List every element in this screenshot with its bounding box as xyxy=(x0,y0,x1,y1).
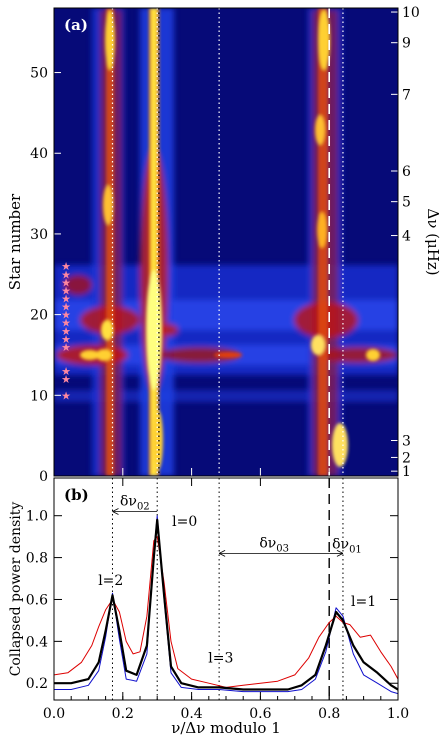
panel-b-label: (b) xyxy=(64,486,89,504)
y-tick-label-left: 40 xyxy=(30,146,48,162)
x-tick-label: 0.2 xyxy=(112,706,134,722)
y-axis-label-right: Δν (μHz) xyxy=(424,208,442,275)
panel-b-frame xyxy=(53,477,399,701)
spacing-label: δν01 xyxy=(332,536,362,555)
mode-degree-label: l=1 xyxy=(351,594,376,610)
y-tick-label-right: 4 xyxy=(402,229,411,245)
spacing-label-subscript: 03 xyxy=(276,543,289,554)
y-tick-label-left: 30 xyxy=(30,227,48,243)
y-tick-label-right: 2 xyxy=(402,450,411,466)
y-tick-label-right: 10 xyxy=(402,5,420,21)
star-marker: ★ xyxy=(61,365,71,378)
y-tick-label-b: 0.2 xyxy=(26,676,48,692)
y-tick-label-left: 10 xyxy=(30,388,48,404)
x-tick-label: 0.0 xyxy=(43,706,65,722)
y-axis-label-b: Collapsed power density xyxy=(8,502,24,677)
y-tick-label-right: 9 xyxy=(402,36,411,52)
y-tick-label-right: 6 xyxy=(402,164,411,180)
mode-degree-label: l=3 xyxy=(208,650,233,666)
spacing-label: δν03 xyxy=(259,535,289,554)
mode-degree-label: l=0 xyxy=(172,514,197,530)
panel-b-marks xyxy=(54,478,398,700)
y-tick-label-b: 0.6 xyxy=(26,592,48,608)
y-axis-label-left: Star number xyxy=(6,193,24,290)
y-tick-label-left: 20 xyxy=(30,308,48,324)
y-tick-label-b: 0.8 xyxy=(26,551,48,567)
y-tick-label-left: 0 xyxy=(39,469,48,485)
y-tick-label-right: 3 xyxy=(402,433,411,449)
y-tick-label-right: 7 xyxy=(402,87,411,103)
y-tick-label-right: 1 xyxy=(402,464,411,480)
y-tick-label-left: 50 xyxy=(30,66,48,82)
y-tick-label-right: 5 xyxy=(402,195,411,211)
spacing-label-subscript: 02 xyxy=(137,502,150,513)
x-tick-label: 0.8 xyxy=(318,706,340,722)
star-marker: ★ xyxy=(61,389,71,402)
y-tick-label-b: 1.0 xyxy=(26,509,48,525)
mode-degree-label: l=2 xyxy=(98,573,123,589)
figure: ★★★★★★★★★★★★★★010203040501234567910 (a) … xyxy=(6,5,442,737)
star-marker: ★ xyxy=(61,260,71,273)
x-axis-label: ν/Δν modulo 1 xyxy=(171,719,281,737)
y-tick-label-b: 0.4 xyxy=(26,634,48,650)
panel-a: ★★★★★★★★★★★★★★010203040501234567910 (a) … xyxy=(6,5,442,485)
x-tick-label: 1.0 xyxy=(387,706,409,722)
panel-b: 0.20.40.60.81.00.0 0.2 0.4 0.6 0.8 1.0l=2l=0l… xyxy=(8,477,409,737)
spacing-label: δν02 xyxy=(120,494,150,513)
spacing-label-subscript: 01 xyxy=(349,544,362,555)
panel-a-label: (a) xyxy=(64,16,88,34)
